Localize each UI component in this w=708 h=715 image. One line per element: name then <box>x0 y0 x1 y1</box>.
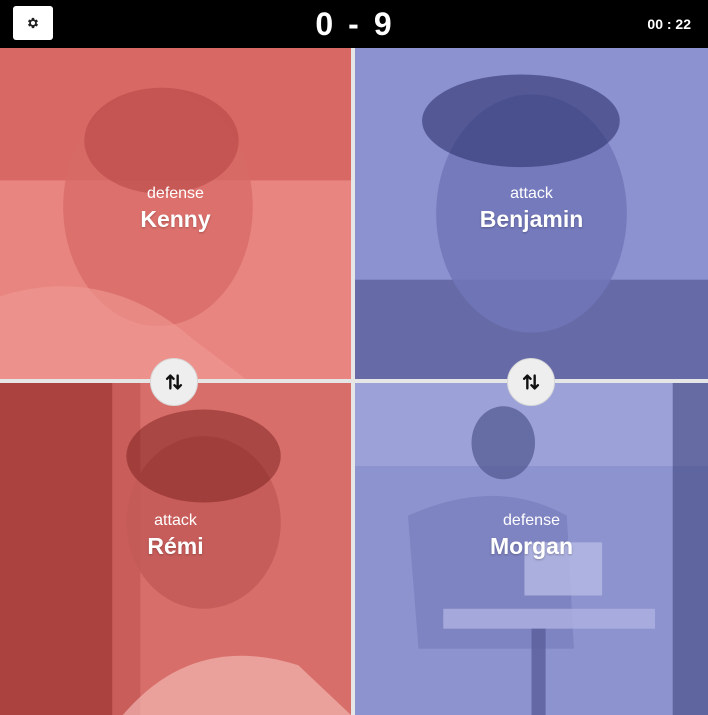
player-role: defense <box>147 184 204 202</box>
scoreboard: 0 - 9 <box>0 0 708 48</box>
top-bar: 0 - 9 00 : 22 <box>0 0 708 48</box>
score-separator: - <box>348 5 360 42</box>
player-tile-blue-attack[interactable]: attack Benjamin <box>355 48 708 379</box>
player-tile-red-defense[interactable]: defense Kenny <box>0 48 351 379</box>
player-label: defense Morgan <box>490 511 573 561</box>
player-name: Morgan <box>489 533 574 559</box>
score-red: 0 <box>315 5 335 42</box>
player-tile-red-attack[interactable]: attack Rémi <box>0 383 351 715</box>
player-label: attack Rémi <box>147 511 203 561</box>
match-timer: 00 : 22 <box>647 16 691 32</box>
player-label: attack Benjamin <box>480 184 584 234</box>
swap-vertical-icon <box>522 374 540 390</box>
player-role: attack <box>154 512 197 529</box>
player-tile-blue-defense[interactable]: defense Morgan <box>355 383 708 715</box>
player-role: defense <box>503 512 560 529</box>
swap-blue-positions-button[interactable] <box>507 358 555 406</box>
player-name: Benjamin <box>479 205 584 232</box>
swap-vertical-icon <box>165 374 183 390</box>
score-blue: 9 <box>373 5 393 42</box>
player-role: attack <box>510 184 553 202</box>
player-label: defense Kenny <box>140 184 210 234</box>
swap-red-positions-button[interactable] <box>150 358 198 406</box>
player-grid: defense Kenny attack Benjamin attack Rém… <box>0 48 708 715</box>
player-name: Kenny <box>140 205 211 232</box>
player-name: Rémi <box>147 533 204 559</box>
